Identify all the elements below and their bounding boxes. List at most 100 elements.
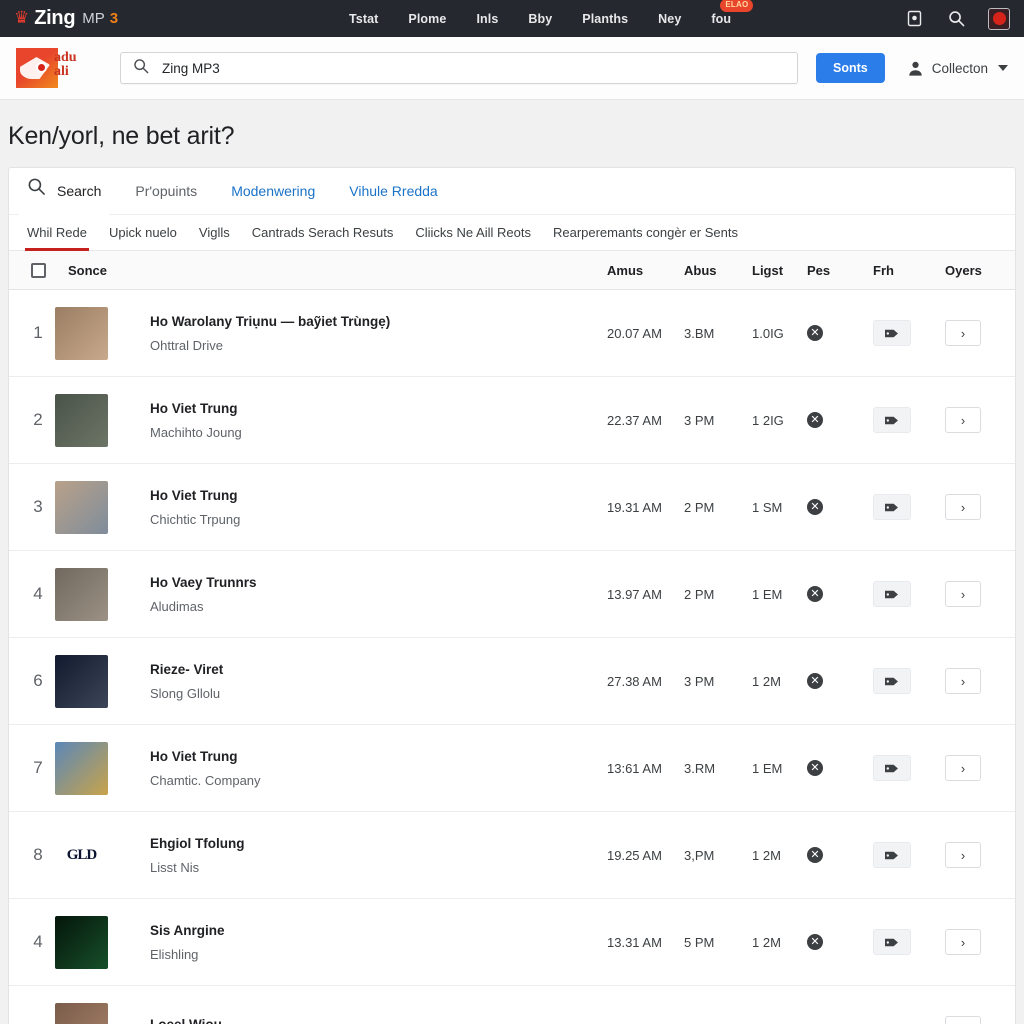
- table-row[interactable]: 4 Sis Anrgine Elishling 13.31 AM 5 PM 1 2M ✕ ›: [9, 899, 1015, 986]
- table-row[interactable]: 1 Ho Warolany Triụnu — baỹiet Trùngẹ) Ohtt…: [9, 290, 1015, 377]
- tag-icon-button[interactable]: [873, 755, 911, 781]
- table-row[interactable]: 4 Ho Vaey Trunnrs Aludimas 13.97 AM 2 PM 1 EM…: [9, 551, 1015, 638]
- block-icon[interactable]: ✕: [807, 673, 823, 689]
- song-title[interactable]: Ehgiol Tfolung: [150, 836, 607, 851]
- nav-item-fou-label: fou: [711, 11, 732, 26]
- song-title[interactable]: Rieze- Viret: [150, 662, 607, 677]
- zing-mp3-logo[interactable]: ♛ Zing MP 3: [14, 7, 118, 30]
- cell-ligst: 1 2IG: [752, 412, 784, 428]
- record-icon[interactable]: [988, 7, 1010, 30]
- cell-ligst: 1 2M: [752, 934, 781, 950]
- tag-icon-button[interactable]: [873, 929, 911, 955]
- cell-oyers: ›: [945, 1016, 1015, 1024]
- block-icon[interactable]: ✕: [807, 847, 823, 863]
- column-header-ligst[interactable]: Ligst: [752, 263, 807, 278]
- logo-text-line1: adu: [54, 50, 77, 65]
- select-all-checkbox[interactable]: [31, 262, 46, 278]
- nav-item-planths[interactable]: Planths: [582, 12, 628, 26]
- song-thumbnail[interactable]: [55, 480, 108, 534]
- block-icon[interactable]: ✕: [807, 325, 823, 341]
- cell-frh: [873, 494, 945, 520]
- tag-icon-button[interactable]: [873, 668, 911, 694]
- next-button[interactable]: ›: [945, 320, 981, 346]
- subtab-cliicks-ne-aill-reots[interactable]: Cliicks Ne Aill Reots: [415, 215, 531, 251]
- song-title[interactable]: Ho Vaey Trunnrs: [150, 575, 607, 590]
- next-button[interactable]: ›: [945, 842, 981, 868]
- chevron-down-icon[interactable]: [998, 65, 1008, 71]
- tab-propuints[interactable]: Pr'opuints: [135, 168, 197, 215]
- next-button[interactable]: ›: [945, 1016, 981, 1024]
- column-header-oyers[interactable]: Oyers: [945, 263, 1015, 278]
- secondary-logo[interactable]: adu ali: [16, 47, 88, 89]
- device-icon[interactable]: [904, 9, 924, 29]
- song-title[interactable]: Ho Warolany Triụnu — baỹiet Trùngẹ): [150, 314, 607, 329]
- column-header-song[interactable]: Sonce: [68, 263, 607, 278]
- song-thumbnail[interactable]: GLD: [55, 828, 108, 882]
- subtab-cantrads-serach-resuts[interactable]: Cantrads Serach Resuts: [252, 215, 394, 251]
- block-icon[interactable]: ✕: [807, 412, 823, 428]
- nav-item-fou[interactable]: fou ELAO: [711, 0, 754, 26]
- next-button[interactable]: ›: [945, 581, 981, 607]
- song-meta: Ho Viet Trung Chichtic Trpung: [150, 488, 607, 527]
- block-icon[interactable]: ✕: [807, 586, 823, 602]
- tag-icon-button[interactable]: [873, 842, 911, 868]
- row-rank: 7: [33, 758, 43, 777]
- nav-item-tstat[interactable]: Tstat: [349, 12, 378, 26]
- song-thumbnail[interactable]: [55, 915, 108, 969]
- tab-modenwering[interactable]: Modenwering: [231, 168, 315, 215]
- table-row[interactable]: 2 Ho Viet Trung Machihto Joung 22.37 AM 3 PM…: [9, 377, 1015, 464]
- top-navigation-bar: ♛ Zing MP 3 Tstat Plome Inls Bby Planths…: [0, 0, 1024, 37]
- column-header-amus[interactable]: Amus: [607, 263, 684, 278]
- song-thumbnail[interactable]: [55, 393, 108, 447]
- sonts-button[interactable]: Sonts: [815, 53, 885, 83]
- table-row[interactable]: 8 GLD Ehgiol Tfolung Lisst Nis 19.25 AM 3,PM 1…: [9, 812, 1015, 899]
- table-row[interactable]: Loeel Wiou ›: [9, 986, 1015, 1024]
- next-button[interactable]: ›: [945, 407, 981, 433]
- next-button[interactable]: ›: [945, 494, 981, 520]
- search-input[interactable]: [162, 60, 785, 76]
- nav-item-plome[interactable]: Plome: [408, 12, 446, 26]
- song-title[interactable]: Sis Anrgine: [150, 923, 607, 938]
- song-meta: Ho Vaey Trunnrs Aludimas: [150, 575, 607, 614]
- nav-item-bby[interactable]: Bby: [528, 12, 552, 26]
- next-button[interactable]: ›: [945, 929, 981, 955]
- tag-icon-button[interactable]: [873, 494, 911, 520]
- avatar-icon: [907, 60, 924, 77]
- song-thumbnail[interactable]: [55, 306, 108, 360]
- nav-item-ney[interactable]: Ney: [658, 12, 681, 26]
- subtab-viglls[interactable]: Viglls: [199, 215, 230, 251]
- tab-vihule-rredda[interactable]: Vihule Rredda: [349, 168, 437, 215]
- column-header-frh[interactable]: Frh: [873, 263, 945, 278]
- song-title[interactable]: Ho Viet Trung: [150, 401, 607, 416]
- song-thumbnail[interactable]: [55, 741, 108, 795]
- column-header-abus[interactable]: Abus: [684, 263, 752, 278]
- table-row[interactable]: 7 Ho Viet Trung Chamtic. Company 13:61 AM 3.…: [9, 725, 1015, 812]
- block-icon[interactable]: ✕: [807, 934, 823, 950]
- table-row[interactable]: 6 Rieze- Viret Slong Gllolu 27.38 AM 3 PM 1 2…: [9, 638, 1015, 725]
- next-button[interactable]: ›: [945, 755, 981, 781]
- song-title[interactable]: Ho Viet Trung: [150, 749, 607, 764]
- song-thumbnail[interactable]: [55, 654, 108, 708]
- tag-icon-button[interactable]: [873, 581, 911, 607]
- brand-suffix: MP: [82, 10, 105, 27]
- subtab-upick-nuelo[interactable]: Upick nuelo: [109, 215, 177, 251]
- song-thumbnail[interactable]: [55, 567, 108, 621]
- block-icon[interactable]: ✕: [807, 499, 823, 515]
- song-title[interactable]: Loeel Wiou: [150, 1017, 607, 1024]
- next-button[interactable]: ›: [945, 668, 981, 694]
- column-header-pes[interactable]: Pes: [807, 263, 873, 278]
- subtab-rearperemants[interactable]: Rearperemants congèr er Sents: [553, 215, 738, 251]
- nav-item-inls[interactable]: Inls: [476, 12, 498, 26]
- block-icon[interactable]: ✕: [807, 760, 823, 776]
- account-menu[interactable]: Collecton: [907, 60, 1008, 77]
- song-title[interactable]: Ho Viet Trung: [150, 488, 607, 503]
- song-thumbnail[interactable]: [55, 1002, 108, 1024]
- search-icon[interactable]: [946, 9, 966, 29]
- tag-icon-button[interactable]: [873, 407, 911, 433]
- tag-icon-button[interactable]: [873, 320, 911, 346]
- row-rank: 4: [33, 584, 43, 603]
- subtab-whil-rede[interactable]: Whil Rede: [25, 215, 89, 251]
- search-field[interactable]: [120, 52, 798, 84]
- tab-search[interactable]: Search: [18, 168, 110, 216]
- table-row[interactable]: 3 Ho Viet Trung Chichtic Trpung 19.31 AM 2 P…: [9, 464, 1015, 551]
